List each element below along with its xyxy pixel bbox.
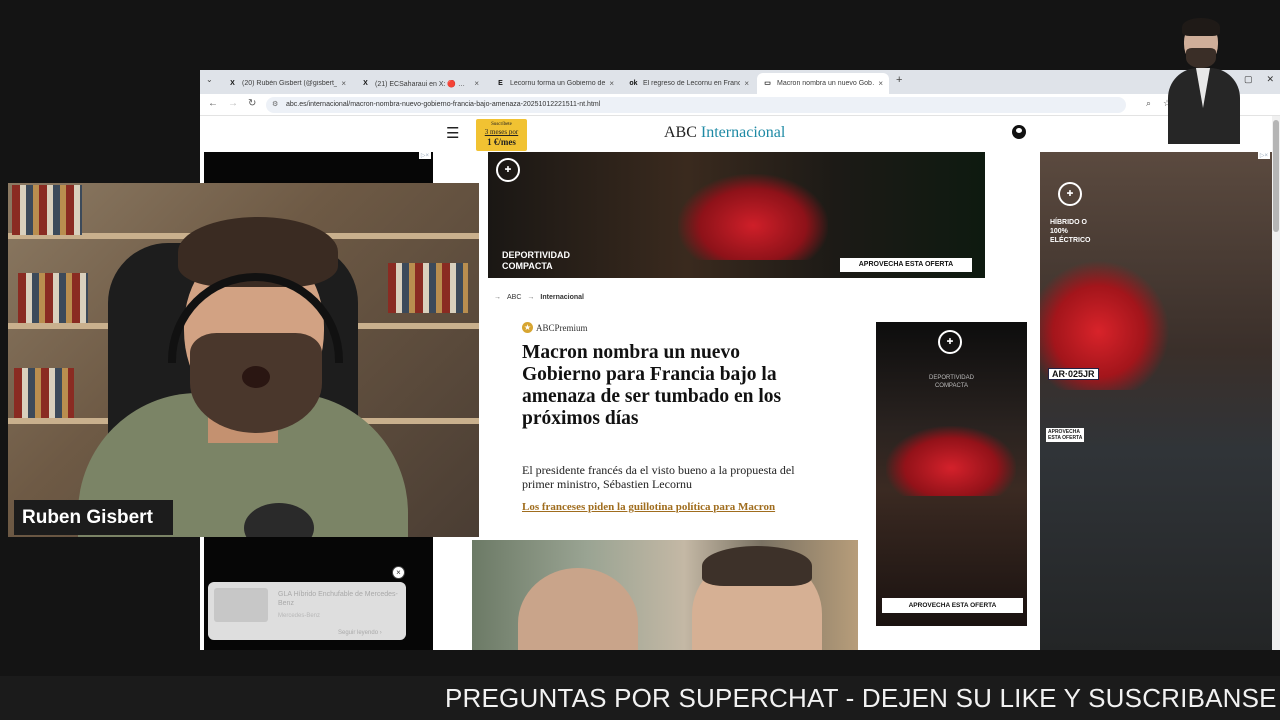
breadcrumb: → ABC → Internacional <box>494 294 584 301</box>
tab-label: (20) Rubén Gisbert (@gisbert_… <box>242 80 338 87</box>
tab-lecornu-gobierno[interactable]: E Lecornu forma un Gobierno de… × <box>490 73 620 94</box>
premium-star-icon: ★ <box>522 322 533 333</box>
close-window-button[interactable]: ✕ <box>1266 74 1274 85</box>
notification-read-more-link[interactable]: Seguir leyendo › <box>338 630 382 636</box>
person-figure <box>518 568 638 650</box>
site-favicon-icon: E <box>498 80 503 87</box>
car-image <box>886 426 1016 496</box>
tab-strip: ⌄ X (20) Rubén Gisbert (@gisbert_… × X (… <box>200 70 1280 94</box>
ticker-bar: PREGUNTAS POR SUPERCHAT - DEJEN SU LIKE … <box>0 676 1280 720</box>
site-info-icon[interactable]: ⚙ <box>272 97 278 113</box>
webcam-overlay <box>8 183 479 537</box>
tab-macron-gobierno-active[interactable]: ▭ Macron nombra un nuevo Gob… × <box>757 73 889 94</box>
forward-arrow-icon[interactable]: → <box>228 98 238 109</box>
adchoices-icon[interactable]: ▷× <box>418 152 431 159</box>
guest-hair <box>1182 18 1220 36</box>
close-icon[interactable]: × <box>744 79 749 88</box>
books <box>388 263 468 313</box>
stream-frame: ⌄ X (20) Rubén Gisbert (@gisbert_… × X (… <box>0 0 1280 720</box>
close-icon[interactable]: × <box>878 79 883 88</box>
license-plate: AR·025JR <box>1048 368 1099 380</box>
top-banner-ad[interactable]: ✚ DEPORTIVIDAD COMPACTA APROVECHA ESTA O… <box>488 152 985 278</box>
breadcrumb-abc[interactable]: ABC <box>507 294 521 301</box>
alfa-romeo-logo-icon: ✚ <box>1058 182 1082 206</box>
breadcrumb-arrow-icon: → <box>494 294 501 301</box>
subscription-promo-button[interactable]: Suscríbete 3 meses por 1 €/mes <box>476 119 527 151</box>
promo-line1: Suscríbete <box>491 122 512 127</box>
adchoices-icon[interactable]: ▷× <box>1257 152 1270 159</box>
ad-offer-button[interactable]: APROVECHA ESTA OFERTA <box>840 258 972 272</box>
tab-regreso-lecornu[interactable]: ok El regreso de Lecornu en Franc… × <box>623 73 755 94</box>
ad-tagline: DEPORTIVIDAD COMPACTA <box>502 250 571 271</box>
maximize-button[interactable]: ▢ <box>1244 74 1253 85</box>
ad-tagline: DEPORTIVIDAD COMPACTA <box>929 375 974 389</box>
notification-source: Mercedes-Benz <box>278 613 321 619</box>
notification-title: GLA Híbrido Enchufable de Mercedes-Benz <box>278 591 398 607</box>
tab-rubengisbert-x[interactable]: X (20) Rubén Gisbert (@gisbert_… × <box>222 73 352 94</box>
tab-ecsaharaui-x[interactable]: X (21) ECSaharaui en X: 🔴 … × <box>355 73 485 94</box>
promo-line2: 3 meses por <box>484 128 519 136</box>
notification-thumbnail <box>214 588 268 622</box>
page-scrollbar[interactable] <box>1272 116 1280 650</box>
ticker-text: PREGUNTAS POR SUPERCHAT - DEJEN SU LIKE … <box>445 683 1280 713</box>
browser-toolbar: ← → ↻ ⚙ abc.es/internacional/macron-nomb… <box>200 94 1280 116</box>
site-logo[interactable]: ABC Internacional <box>664 124 785 142</box>
promo-price: 1 €/mes <box>487 137 516 147</box>
site-favicon-icon: ok <box>629 80 638 87</box>
ad-tagline: HÍBRIDO O 100% ELÉCTRICO <box>1050 219 1091 244</box>
site-header: ☰ Suscríbete 3 meses por 1 €/mes ABC Int… <box>200 116 1272 151</box>
premium-label: ABCPremium <box>536 322 588 333</box>
url-text: abc.es/internacional/macron-nombra-nuevo… <box>286 101 601 108</box>
close-icon[interactable]: × <box>609 79 614 88</box>
brand-section: Internacional <box>700 124 786 141</box>
tab-label: (21) ECSaharaui en X: 🔴 … <box>375 80 466 88</box>
back-arrow-icon[interactable]: ← <box>208 98 218 109</box>
books <box>14 368 74 418</box>
ad-notification-card[interactable]: GLA Híbrido Enchufable de Mercedes-Benz … <box>208 582 406 640</box>
alfa-romeo-logo-icon: ✚ <box>496 158 520 182</box>
x-logo-icon: X <box>363 80 368 87</box>
person-hair <box>702 546 812 586</box>
tab-label: Macron nombra un nuevo Gob… <box>777 80 875 87</box>
right-banner-ad[interactable]: ▷× ✚ HÍBRIDO O 100% ELÉCTRICO AR·025JR A… <box>1040 152 1272 650</box>
article-photo <box>472 540 858 650</box>
user-account-icon[interactable] <box>1012 125 1026 139</box>
books <box>18 273 88 323</box>
article-headline: Macron nombra un nuevo Gobierno para Fra… <box>522 342 782 429</box>
alfa-romeo-logo-icon: ✚ <box>938 330 962 354</box>
guest-beard <box>1186 48 1216 68</box>
close-icon[interactable]: × <box>474 79 479 88</box>
tab-search-icon[interactable]: ⌄ <box>206 75 213 84</box>
address-bar[interactable]: ⚙ abc.es/internacional/macron-nombra-nue… <box>266 97 1126 113</box>
scrollbar-thumb[interactable] <box>1273 120 1279 232</box>
breadcrumb-internacional[interactable]: Internacional <box>540 294 584 301</box>
ad-offer-button[interactable]: APROVECHA ESTA OFERTA <box>882 598 1023 613</box>
brand-name: ABC <box>664 124 697 141</box>
breadcrumb-arrow-icon: → <box>527 294 535 301</box>
x-logo-icon: X <box>230 80 235 87</box>
tab-label: Lecornu forma un Gobierno de… <box>510 80 606 87</box>
close-icon[interactable]: × <box>341 79 346 88</box>
car-image <box>678 174 828 260</box>
close-icon[interactable]: × <box>392 566 405 579</box>
hamburger-menu-icon[interactable]: ☰ <box>446 124 459 142</box>
related-article-link[interactable]: Los franceses piden la guillotina políti… <box>522 501 822 514</box>
new-tab-button[interactable]: + <box>896 74 902 86</box>
streamer-name-label: Ruben Gisbert <box>14 500 173 535</box>
person-mouth <box>242 366 270 388</box>
books <box>12 185 82 235</box>
sidebar-ad[interactable]: ✚ DEPORTIVIDAD COMPACTA APROVECHA ESTA O… <box>876 322 1027 626</box>
zoom-icon[interactable]: ⌕ <box>1146 98 1151 109</box>
tab-label: El regreso de Lecornu en Franc… <box>643 80 741 87</box>
reload-icon[interactable]: ↻ <box>248 98 256 109</box>
site-favicon-icon: ▭ <box>764 80 771 87</box>
article-subtitle: El presidente francés da el visto bueno … <box>522 463 795 491</box>
ad-offer-button[interactable]: APROVECHA ESTA OFERTA <box>1046 428 1085 442</box>
premium-badge: ★ ABCPremium <box>522 322 588 333</box>
guest-avatar <box>1168 18 1240 144</box>
